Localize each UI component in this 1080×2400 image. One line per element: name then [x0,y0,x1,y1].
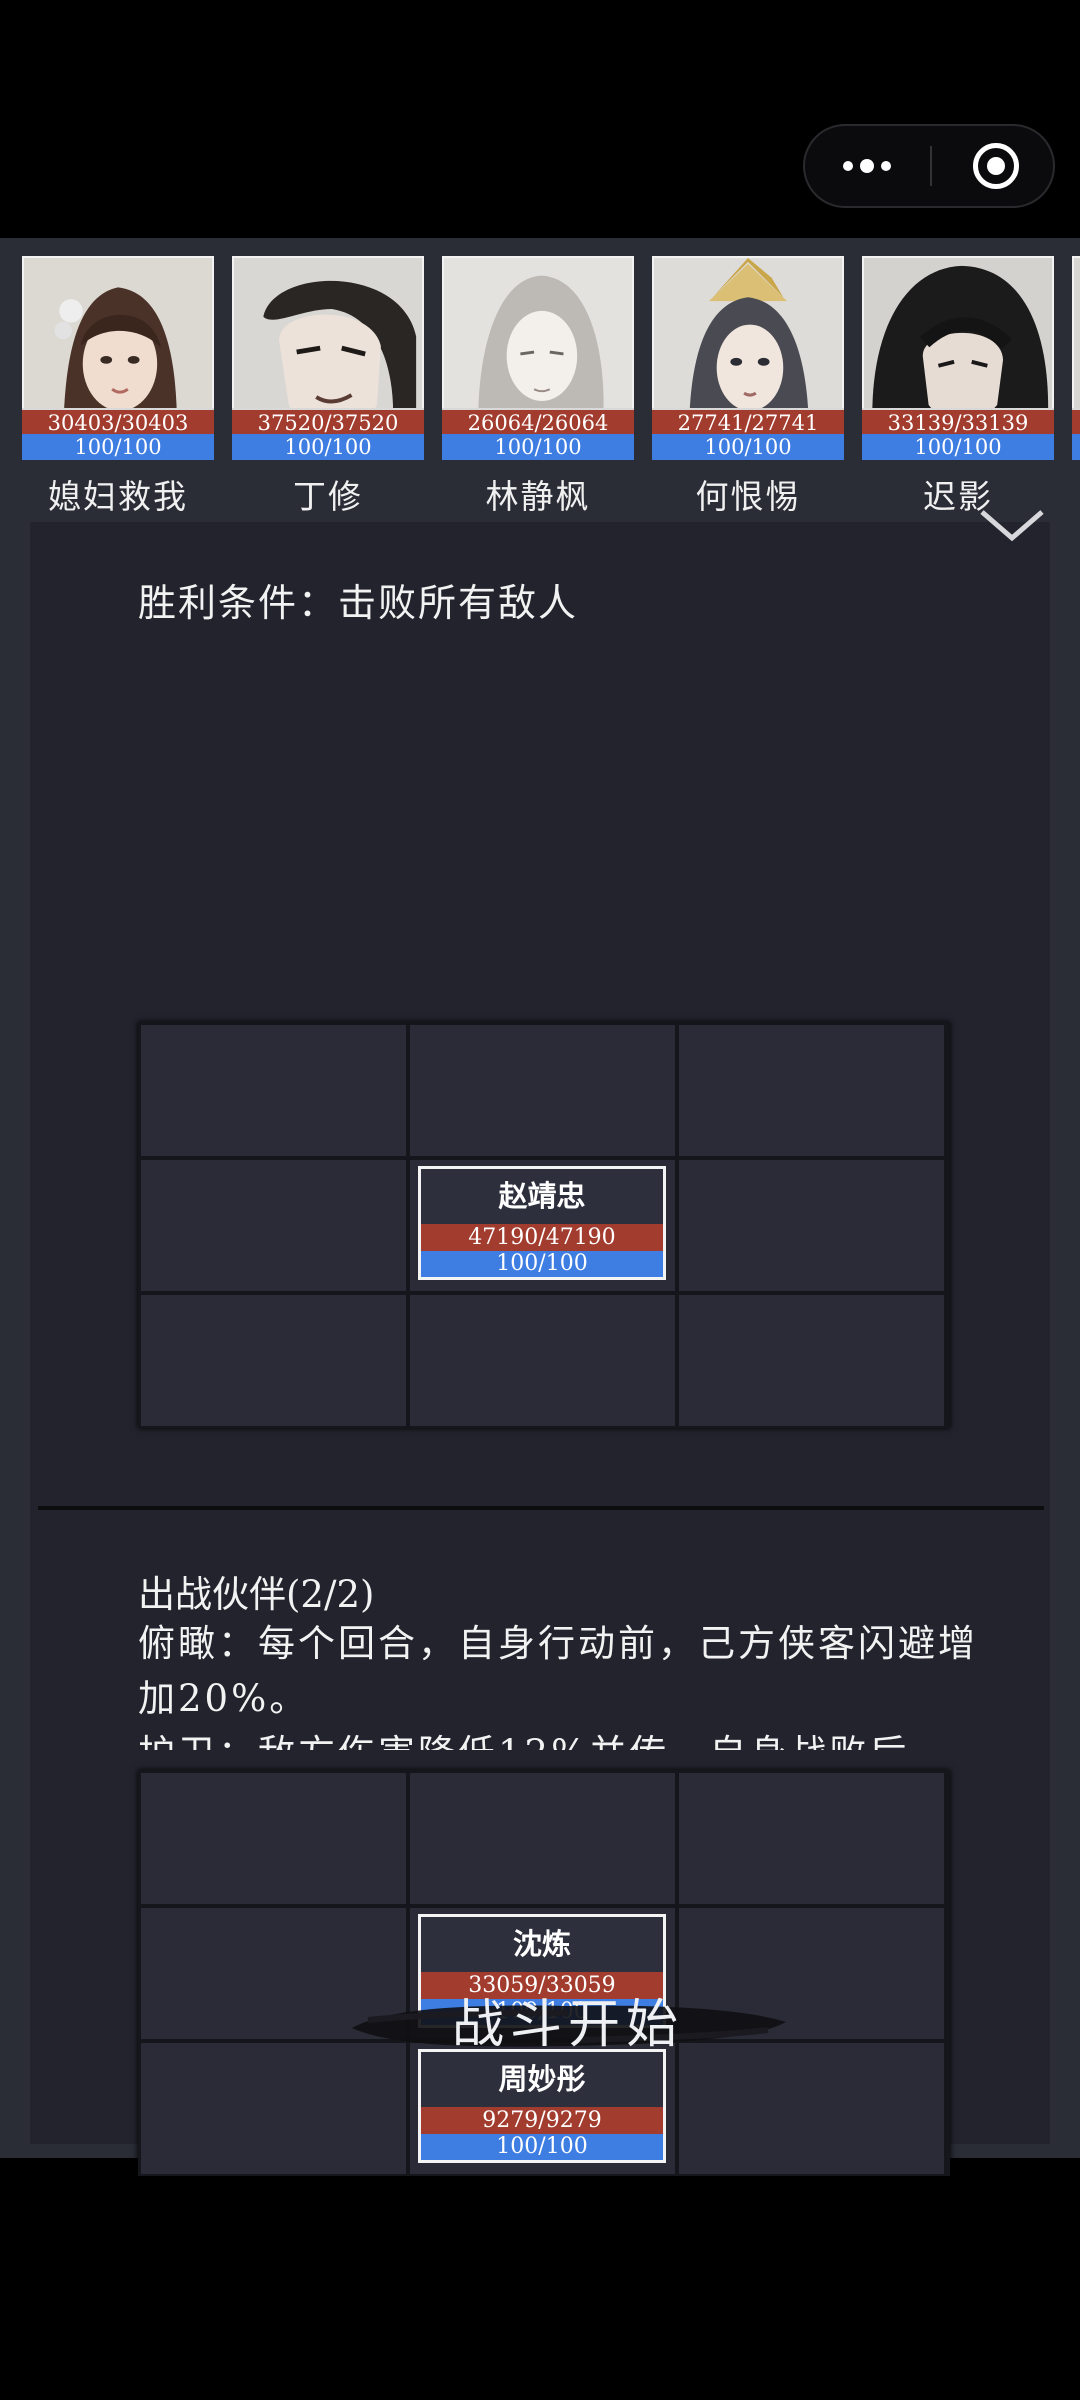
battle-setup-screen: 30403/30403 100/100 媳妇救我 37520/37520 100… [0,238,1080,2176]
hero-name: 媳妇救我 [48,477,188,516]
section-divider [38,1506,1044,1510]
hero-card[interactable]: 30403/30403 100/100 媳妇救我 [22,256,214,516]
hero-mp-bar: 100/100 [232,434,424,460]
grid-cell[interactable] [141,1160,406,1291]
hero-card[interactable]: 37520/37520 100/100 丁修 [232,256,424,516]
grid-cell[interactable] [141,1773,406,1904]
hero-name: 何恨惕 [695,477,801,516]
unit-name: 赵靖忠 [498,1179,586,1213]
hero-mp-bar [1072,434,1080,460]
hero-mp-bar: 100/100 [22,434,214,460]
grid-cell[interactable] [679,1025,944,1156]
unit-name: 沈炼 [512,1927,571,1961]
battle-panel: 胜利条件：击败所有敌人 赵靖忠 47190/47190 100/100 出战伙伴… [30,522,1050,2176]
grid-cell[interactable] [410,1773,675,1904]
unit-mp-bar: 100/100 [421,1251,663,1277]
grid-cell[interactable] [410,1295,675,1426]
hero-card[interactable]: 26064/26064 100/100 林静枫 [442,256,634,516]
hero-name: 林静枫 [485,477,591,516]
hero-card[interactable]: 27741/27741 100/100 何恨惕 [652,256,844,516]
chevron-down-icon[interactable] [978,506,1046,546]
grid-cell[interactable] [679,1773,944,1904]
hero-mp-bar: 100/100 [862,434,1054,460]
start-battle-button[interactable]: 战斗开始 [348,1980,788,2070]
hero-hp-bar: 37520/37520 [232,408,424,435]
hero-hp-bar: 30403/30403 [22,408,214,435]
grid-cell[interactable] [679,1295,944,1426]
grid-cell[interactable] [141,1025,406,1156]
hero-mp-bar: 100/100 [652,434,844,460]
unit-hp-bar: 9279/9279 [421,2107,663,2134]
team-title: 出战伙伴(2/2) [138,1573,375,1616]
unit-hp-bar: 47190/47190 [421,1224,663,1251]
mini-program-capsule [803,124,1055,208]
enemy-unit[interactable]: 赵靖忠 47190/47190 100/100 [418,1166,666,1280]
hero-roster: 30403/30403 100/100 媳妇救我 37520/37520 100… [0,256,1080,546]
unit-mp-bar: 100/100 [421,2134,663,2160]
grid-cell[interactable] [679,1160,944,1291]
grid-cell[interactable] [410,1025,675,1156]
enemy-formation-grid: 赵靖忠 47190/47190 100/100 [138,1022,950,1428]
hero-card-partial[interactable] [1072,256,1080,500]
hero-hp-bar: 26064/26064 [442,408,634,435]
grid-cell[interactable] [141,1295,406,1426]
skill-text-2: 护卫：敌方伤害降低12%并传，自身战败后 [138,1726,978,1750]
start-battle-label: 战斗开始 [451,1995,684,2055]
more-dots-icon[interactable] [805,126,929,206]
hero-name: 丁修 [293,477,363,516]
skill-text: 俯瞰：每个回合，自身行动前，己方侠客闪避增加20%。 [138,1622,978,1720]
hero-hp-bar [1072,408,1080,434]
skill-description: 俯瞰：每个回合，自身行动前，己方侠客闪避增加20%。 护卫：敌方伤害降低12%并… [138,1616,978,1750]
target-close-icon[interactable] [973,143,1019,189]
hero-mp-bar: 100/100 [442,434,634,460]
hero-hp-bar: 27741/27741 [652,408,844,435]
hero-hp-bar: 33139/33139 [862,408,1054,435]
ally-formation-grid: 沈炼 33059/33059 100/100 周妙彤 9279/9279 100… [138,1770,950,2176]
win-condition: 胜利条件：击败所有敌人 [138,581,579,625]
hero-card[interactable]: 33139/33139 100/100 迟影 [862,256,1054,516]
capsule-divider [930,146,932,186]
